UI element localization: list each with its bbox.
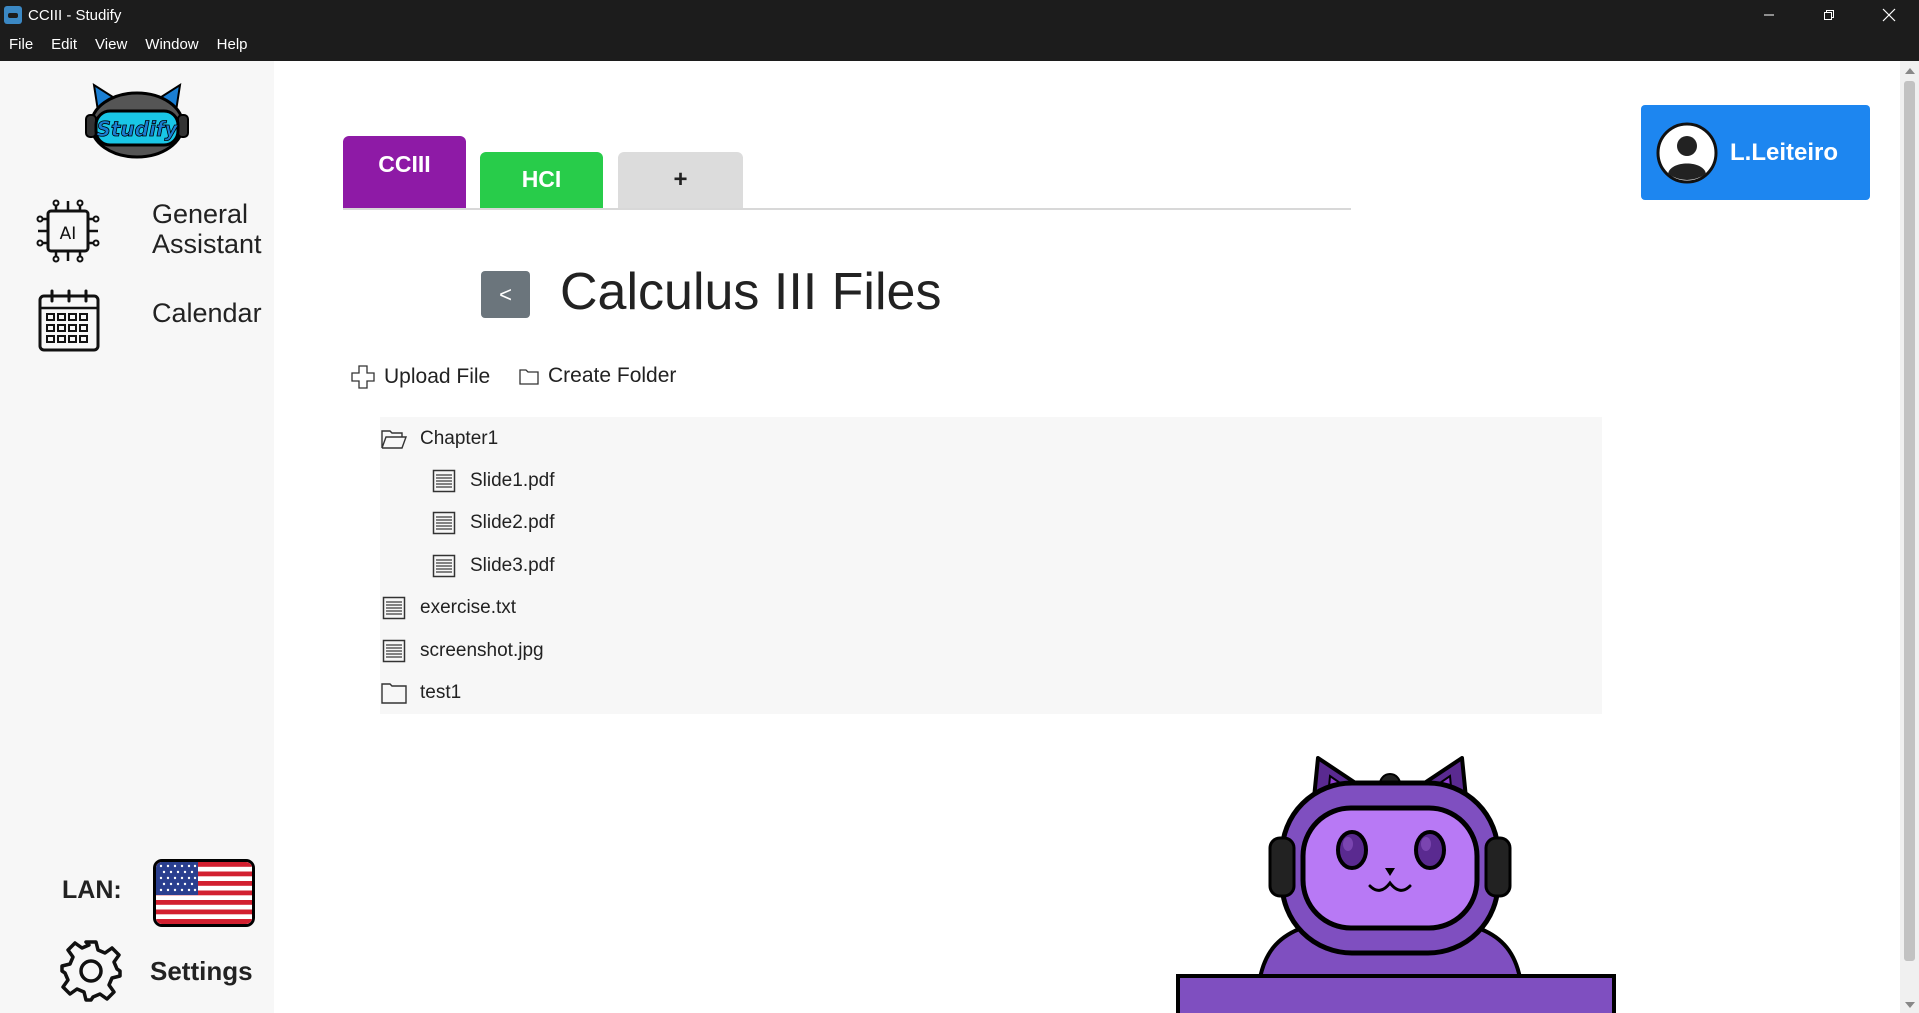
general-assistant-line1: General (152, 199, 249, 229)
vertical-scrollbar[interactable] (1900, 61, 1919, 1013)
us-flag-icon (156, 862, 252, 924)
menu-file[interactable]: File (0, 36, 42, 58)
window-controls (1739, 0, 1919, 30)
file-icon (430, 552, 458, 580)
svg-text:AI: AI (60, 224, 77, 244)
calendar-icon (38, 289, 100, 352)
tree-item-name: Slide2.pdf (470, 512, 555, 533)
create-folder-label: Create Folder (548, 364, 677, 387)
scroll-up-icon[interactable] (1905, 68, 1915, 74)
language-label: LAN: (62, 876, 122, 904)
tree-item-name: exercise.txt (420, 597, 517, 618)
app-icon (4, 6, 22, 24)
tab-hci[interactable]: HCI (480, 152, 603, 208)
sidebar: Studify AI General Assistant Calendar LA… (0, 61, 274, 1013)
folder-icon (519, 369, 539, 385)
settings-label: Settings (150, 955, 253, 986)
restore-icon (1824, 10, 1834, 20)
user-avatar-icon (1656, 122, 1718, 183)
settings-button[interactable]: Settings (58, 938, 253, 1004)
file-icon (380, 594, 408, 622)
sidebar-item-general-assistant[interactable]: AI General Assistant (36, 199, 262, 263)
restore-button[interactable] (1799, 0, 1859, 30)
user-name: L.Leiteiro (1730, 138, 1839, 166)
menu-bar: File Edit View Window Help (0, 36, 257, 58)
studify-logo[interactable]: Studify (84, 81, 190, 161)
menu-view[interactable]: View (86, 36, 136, 58)
folder-open-icon (380, 425, 408, 453)
window-title: CCIII - Studify (28, 7, 122, 24)
calendar-label: Calendar (152, 298, 262, 328)
tree-item-file[interactable]: Slide2.pdf (430, 502, 555, 544)
gear-icon (60, 940, 122, 1002)
tree-item-folder[interactable]: test1 (380, 672, 461, 714)
close-icon (1882, 8, 1896, 22)
ai-chip-icon: AI (36, 199, 100, 263)
scroll-down-icon[interactable] (1905, 1002, 1915, 1008)
user-profile-button[interactable]: L.Leiteiro (1641, 105, 1870, 200)
file-icon (380, 637, 408, 665)
menu-help[interactable]: Help (208, 36, 257, 58)
tree-item-file[interactable]: exercise.txt (380, 587, 516, 629)
tree-item-name: Slide3.pdf (470, 555, 555, 576)
mascot-illustration (1176, 756, 1616, 1013)
minimize-button[interactable] (1739, 0, 1799, 30)
upload-file-button[interactable]: Upload File (350, 364, 490, 390)
menu-window[interactable]: Window (136, 36, 207, 58)
course-tabs: CCIII HCI + (343, 136, 1351, 210)
close-button[interactable] (1859, 0, 1919, 30)
general-assistant-line2: Assistant (152, 229, 262, 259)
tree-item-folder[interactable]: Chapter1 (380, 418, 498, 460)
sidebar-item-calendar[interactable]: Calendar (36, 288, 262, 352)
tree-item-name: test1 (420, 682, 462, 703)
back-button[interactable]: < (481, 271, 530, 318)
scrollbar-thumb[interactable] (1904, 81, 1915, 961)
title-bar: CCIII - Studify File Edit View Window He… (0, 0, 1919, 61)
tree-item-name: screenshot.jpg (420, 640, 544, 661)
create-folder-button[interactable]: Create Folder (518, 364, 676, 388)
file-icon (430, 509, 458, 537)
logo-text: Studify (96, 117, 178, 141)
minimize-icon (1764, 14, 1774, 16)
tree-item-name: Chapter1 (420, 428, 499, 449)
file-icon (430, 467, 458, 495)
language-selector[interactable] (153, 859, 255, 927)
tree-item-file[interactable]: Slide1.pdf (430, 460, 555, 502)
folder-icon (380, 679, 408, 707)
upload-file-label: Upload File (384, 365, 491, 388)
tab-cciii[interactable]: CCIII (343, 136, 466, 208)
tree-item-file[interactable]: screenshot.jpg (380, 630, 544, 672)
plus-icon (351, 365, 375, 389)
menu-edit[interactable]: Edit (42, 36, 86, 58)
file-tree: Chapter1 Slide1.pdf Slide2.pdf Slide3.pd… (380, 417, 1602, 714)
page-title: Calculus III Files (560, 263, 942, 321)
general-assistant-label: General Assistant (152, 199, 262, 259)
tree-item-file[interactable]: Slide3.pdf (430, 545, 555, 587)
add-tab-button[interactable]: + (618, 152, 743, 208)
tree-item-name: Slide1.pdf (470, 470, 555, 491)
